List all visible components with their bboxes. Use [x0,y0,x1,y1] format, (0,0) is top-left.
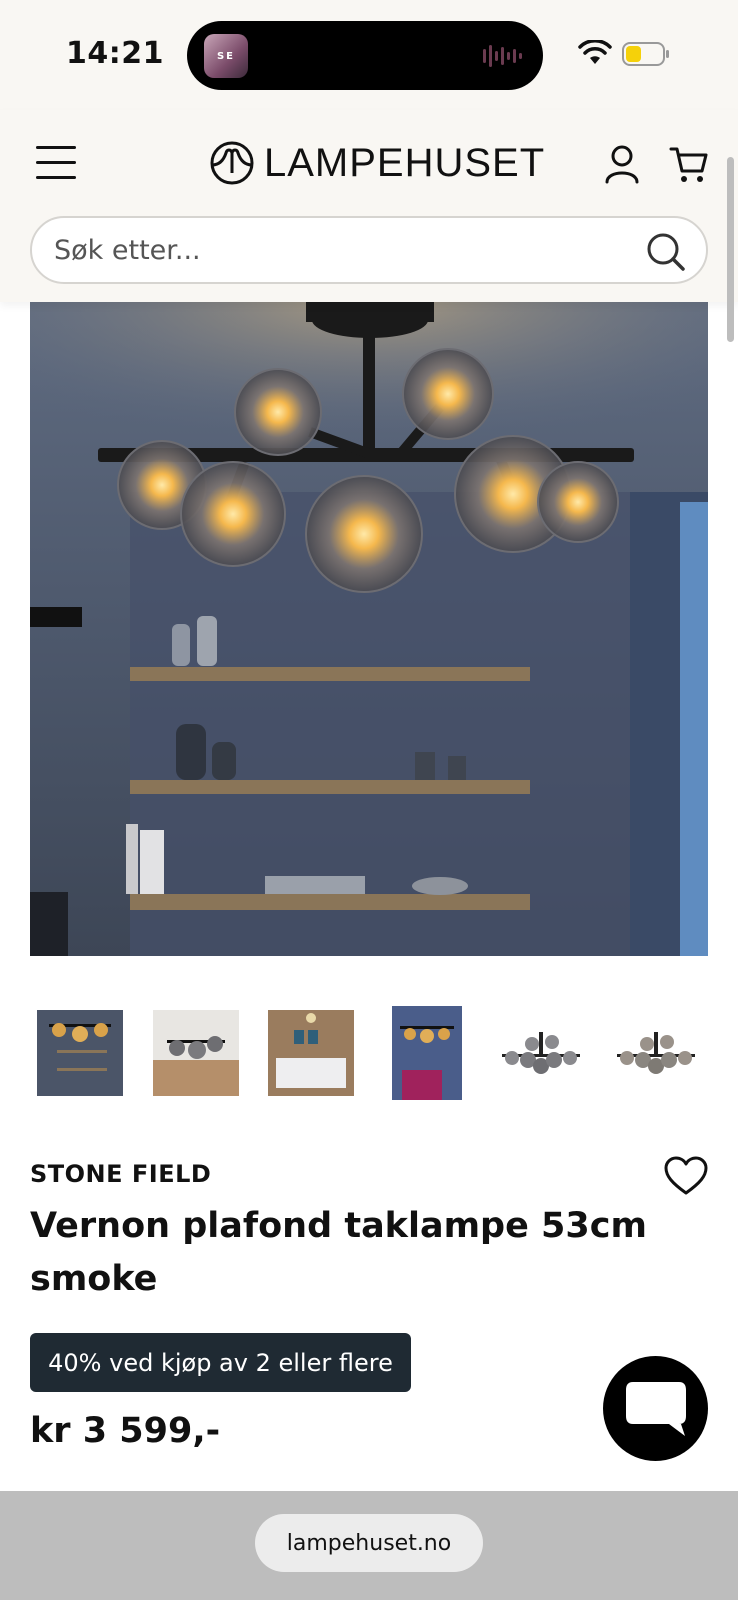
product-title: Vernon plafond taklampe 53cm smoke [30,1206,647,1299]
site-logo[interactable]: LAMPEHUSET [208,138,545,188]
chat-button[interactable] [603,1356,708,1461]
cart-icon[interactable] [669,144,709,184]
thumbnail-2[interactable] [153,1010,239,1096]
menu-icon [36,146,76,149]
menu-icon-bar [36,161,76,164]
site-header: LAMPEHUSET [0,110,738,302]
status-bar: 14:21 SE [0,0,738,110]
browser-bottom-bar: lampehuset.no [0,1491,738,1600]
search-input[interactable] [54,228,614,272]
thumbnail-strip [0,1003,738,1103]
search-bar[interactable] [30,216,708,284]
wifi-icon [578,40,612,64]
menu-button[interactable] [36,144,78,182]
product-main-image[interactable] [30,302,708,956]
thumbnail-1[interactable] [37,1010,123,1096]
page-scrollbar[interactable] [727,157,734,342]
now-playing-app-icon: SE [204,34,248,78]
promo-badge: 40% ved kjøp av 2 eller flere [30,1333,411,1392]
heart-icon[interactable] [664,1156,708,1196]
status-time: 14:21 [66,36,164,71]
product-photo [30,302,708,956]
product-brand[interactable]: STONE FIELD [30,1160,211,1188]
product-price: kr 3 599,- [30,1411,221,1451]
thumbnail-6[interactable] [613,1010,699,1096]
logo-text: LAMPEHUSET [264,140,546,185]
search-icon[interactable] [646,232,686,272]
battery-icon [622,42,669,66]
menu-icon-bar [36,176,76,179]
audio-wave-icon [483,45,522,67]
thumbnail-3[interactable] [268,1010,354,1096]
chat-bubble-icon [626,1382,686,1436]
address-bar[interactable]: lampehuset.no [255,1514,483,1572]
account-icon[interactable] [604,144,640,184]
dynamic-island: SE [187,21,543,90]
thumbnail-4[interactable] [392,1006,462,1100]
thumbnail-5[interactable] [498,1010,584,1096]
logo-icon [210,141,254,185]
